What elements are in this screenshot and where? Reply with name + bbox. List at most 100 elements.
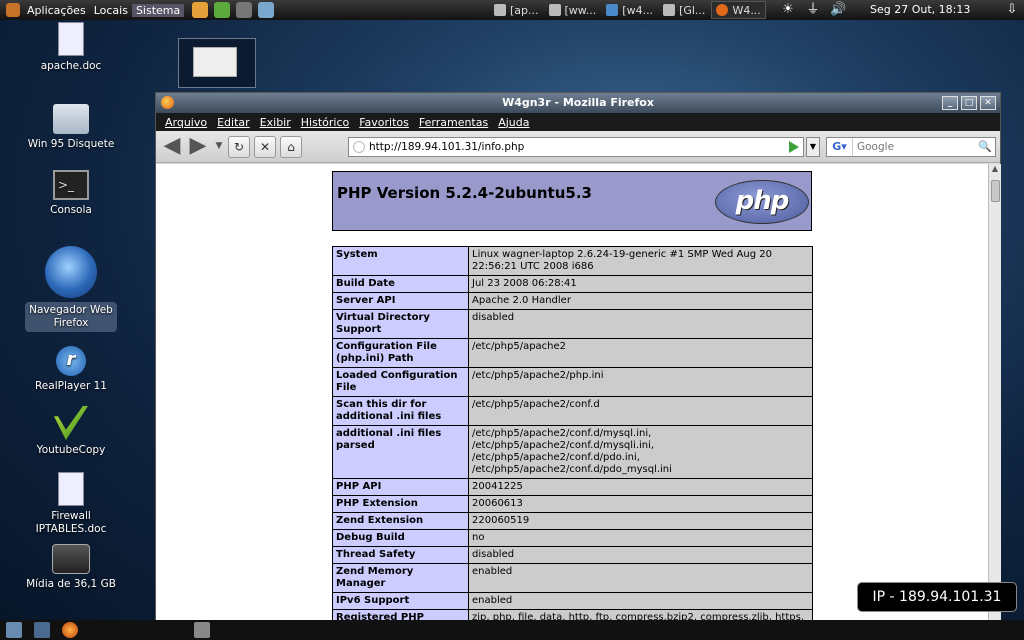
desktop-icon-youtubecopy[interactable]: YoutubeCopy — [16, 406, 126, 457]
row-key: Build Date — [332, 275, 469, 293]
go-arrow-icon[interactable] — [789, 141, 799, 153]
row-value: /etc/php5/apache2/conf.d — [468, 396, 813, 426]
vertical-scrollbar[interactable]: ▲ — [988, 164, 1001, 623]
window-titlebar[interactable]: W4gn3r - Mozilla Firefox _ □ ✕ — [156, 93, 1000, 113]
gnome-foot-icon[interactable] — [6, 3, 20, 17]
task-label: [w4... — [622, 3, 654, 17]
launcher-network-icon[interactable] — [236, 2, 253, 18]
launcher-editor-icon[interactable] — [258, 2, 275, 18]
desktop-icon-label: apache.doc — [40, 60, 102, 72]
address-bar[interactable] — [348, 137, 804, 157]
launcher-gimp-icon[interactable] — [192, 2, 209, 18]
show-desktop-icon[interactable] — [6, 622, 22, 638]
menu-favoritos[interactable]: Favoritos — [354, 116, 414, 129]
row-key: Thread Safety — [332, 546, 469, 564]
menu-ferramentas[interactable]: Ferramentas — [414, 116, 493, 129]
search-icon[interactable]: 🔍 — [978, 140, 992, 153]
table-row: Zend Extension 220060519 — [332, 512, 813, 530]
reload-button[interactable]: ↻ — [228, 135, 250, 158]
minimize-button[interactable]: _ — [942, 96, 958, 110]
workspace-window-preview — [193, 47, 237, 77]
close-button[interactable]: ✕ — [980, 96, 996, 110]
row-value: enabled — [468, 563, 813, 593]
table-row: PHP API 20041225 — [332, 478, 813, 496]
row-key: Virtual Directory Support — [332, 309, 469, 339]
row-value: Jul 23 2008 06:28:41 — [468, 275, 813, 293]
firefox-icon — [161, 96, 174, 109]
row-value: disabled — [468, 546, 813, 564]
maximize-button[interactable]: □ — [961, 96, 977, 110]
row-value: disabled — [468, 309, 813, 339]
menu-aplicacoes[interactable]: Aplicações — [23, 4, 90, 17]
desktop-icon-harddisk[interactable]: Mídia de 36,1 GB — [16, 544, 126, 591]
scrollbar-thumb[interactable] — [991, 180, 1000, 202]
desktop-icon-label: YoutubeCopy — [36, 444, 106, 456]
row-value: /etc/php5/apache2 — [468, 338, 813, 368]
workspace-switcher-icon[interactable] — [34, 622, 50, 638]
clock[interactable]: Seg 27 Out, 18:13 — [870, 3, 970, 16]
desktop-icon-firewall-doc[interactable]: Firewall IPTABLES.doc — [16, 472, 126, 536]
volume-icon[interactable]: 🔊 — [830, 2, 846, 18]
back-arrow-icon[interactable]: ◀ — [160, 134, 184, 158]
desktop-icon-realplayer[interactable]: r RealPlayer 11 — [16, 346, 126, 393]
taskbar-item-active[interactable]: W4... — [711, 1, 766, 19]
menu-locais[interactable]: Locais — [90, 4, 132, 17]
scroll-up-arrow-icon[interactable]: ▲ — [989, 164, 1001, 176]
site-identity-icon — [353, 141, 365, 153]
search-box[interactable]: G▾ 🔍 — [826, 137, 996, 157]
menu-editar[interactable]: Editar — [212, 116, 255, 129]
row-value: Linux wagner-laptop 2.6.24-19-generic #1… — [468, 246, 813, 276]
desktop-icon-consola[interactable]: >_ Consola — [16, 170, 126, 217]
table-row: Thread Safety disabled — [332, 546, 813, 564]
desktop-icon-label: RealPlayer 11 — [34, 380, 107, 392]
menu-exibir[interactable]: Exibir — [255, 116, 296, 129]
row-key: additional .ini files parsed — [332, 425, 469, 479]
table-row: IPv6 Support enabled — [332, 592, 813, 610]
home-button[interactable]: ⌂ — [280, 135, 302, 158]
desktop-icon-label: Navegador Web Firefox — [25, 302, 117, 332]
weather-sun-icon[interactable]: ☀ — [780, 2, 796, 18]
firefox-window: W4gn3r - Mozilla Firefox _ □ ✕ Arquivo E… — [155, 92, 1001, 623]
menu-arquivo[interactable]: Arquivo — [160, 116, 212, 129]
taskbar-item[interactable]: [ap... — [490, 1, 543, 19]
desktop-icon-firefox[interactable]: Navegador Web Firefox — [16, 246, 126, 332]
history-dropdown-icon[interactable]: ▼ — [212, 136, 226, 158]
row-key: Loaded Configuration File — [332, 367, 469, 397]
window-icon — [663, 4, 676, 16]
search-input[interactable] — [853, 141, 973, 153]
menubar: Arquivo Editar Exibir Histórico Favorito… — [156, 113, 1000, 131]
desktop-icon-win95-disquete[interactable]: Win 95 Disquete — [16, 104, 126, 151]
menu-ajuda[interactable]: Ajuda — [493, 116, 534, 129]
menu-sistema[interactable]: Sistema — [131, 3, 185, 17]
window-icon — [548, 4, 561, 16]
firefox-icon — [716, 4, 729, 16]
taskbar-item[interactable]: [Gl... — [659, 1, 709, 19]
launcher-leaf-icon[interactable] — [214, 2, 231, 18]
taskbar-item[interactable]: [w4... — [602, 1, 657, 19]
stop-button[interactable]: ✕ — [254, 135, 276, 158]
workspace-preview[interactable] — [178, 38, 256, 88]
row-value: /etc/php5/apache2/conf.d/mysql.ini, /etc… — [468, 425, 813, 479]
row-key: Zend Memory Manager — [332, 563, 469, 593]
window-icon — [494, 4, 506, 16]
firefox-icon[interactable] — [62, 622, 78, 638]
harddisk-icon — [52, 544, 90, 574]
url-input[interactable] — [369, 141, 779, 153]
desktop-icon-apache-doc[interactable]: apache.doc — [16, 22, 126, 73]
task-label: [ww... — [564, 3, 597, 17]
desktop-icon-label: Firewall IPTABLES.doc — [35, 510, 107, 535]
logout-icon[interactable]: ⇩ — [1004, 2, 1020, 18]
trash-icon[interactable] — [194, 622, 210, 638]
realplayer-icon: r — [56, 346, 86, 376]
phpinfo-header: PHP Version 5.2.4-2ubuntu5.3 php — [332, 171, 812, 231]
php-logo[interactable]: php — [715, 180, 809, 224]
search-engine-icon[interactable]: G▾ — [827, 138, 853, 156]
power-plug-icon[interactable]: ⏚ — [805, 2, 821, 18]
menu-historico[interactable]: Histórico — [296, 116, 354, 129]
window-title: W4gn3r - Mozilla Firefox — [502, 96, 654, 109]
forward-arrow-icon[interactable]: ▶ — [186, 134, 210, 158]
taskbar-item[interactable]: [ww... — [545, 1, 601, 19]
url-dropdown-button[interactable]: ▼ — [806, 137, 820, 157]
row-value: /etc/php5/apache2/php.ini — [468, 367, 813, 397]
table-row: Virtual Directory Support disabled — [332, 309, 813, 339]
